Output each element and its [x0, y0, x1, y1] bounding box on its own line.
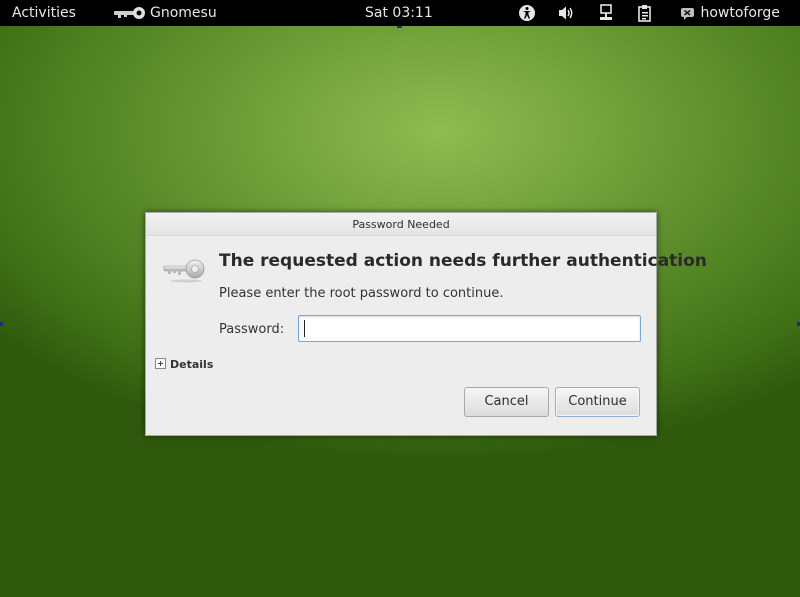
password-dialog: Password Needed The requested action nee…	[145, 212, 707, 436]
app-menu-label: Gnomesu	[150, 5, 217, 21]
activities-button[interactable]: Activities	[12, 0, 76, 26]
details-label: Details	[170, 358, 214, 371]
key-icon	[162, 257, 206, 287]
continue-button[interactable]: Continue	[555, 387, 640, 417]
edge-marker	[0, 322, 3, 326]
chat-status-icon	[680, 5, 700, 21]
top-panel: Activities Gnomesu Sat 03:11 howtoforge	[0, 0, 800, 26]
password-label: Password:	[219, 322, 285, 337]
user-menu[interactable]: howtoforge	[680, 0, 780, 26]
edge-marker	[397, 26, 402, 28]
details-expander[interactable]: Details	[155, 358, 213, 371]
text-caret	[304, 320, 305, 337]
key-icon	[112, 0, 148, 26]
network-icon[interactable]	[598, 0, 614, 26]
volume-icon[interactable]	[557, 0, 575, 26]
desktop-background: Activities Gnomesu Sat 03:11 howtoforge …	[0, 0, 800, 597]
app-menu[interactable]: Gnomesu	[112, 0, 217, 26]
dialog-titlebar[interactable]: Password Needed	[146, 213, 656, 236]
dialog-title: Password Needed	[352, 218, 450, 231]
dialog-heading: The requested action needs further authe…	[219, 251, 707, 271]
accessibility-icon[interactable]	[518, 0, 536, 26]
password-input[interactable]	[298, 315, 641, 342]
clipboard-icon[interactable]	[637, 0, 653, 26]
dialog-message: Please enter the root password to contin…	[219, 286, 504, 301]
cancel-button[interactable]: Cancel	[464, 387, 549, 417]
clock[interactable]: Sat 03:11	[365, 0, 433, 26]
expand-plus-icon	[155, 358, 166, 369]
user-name: howtoforge	[700, 5, 780, 21]
